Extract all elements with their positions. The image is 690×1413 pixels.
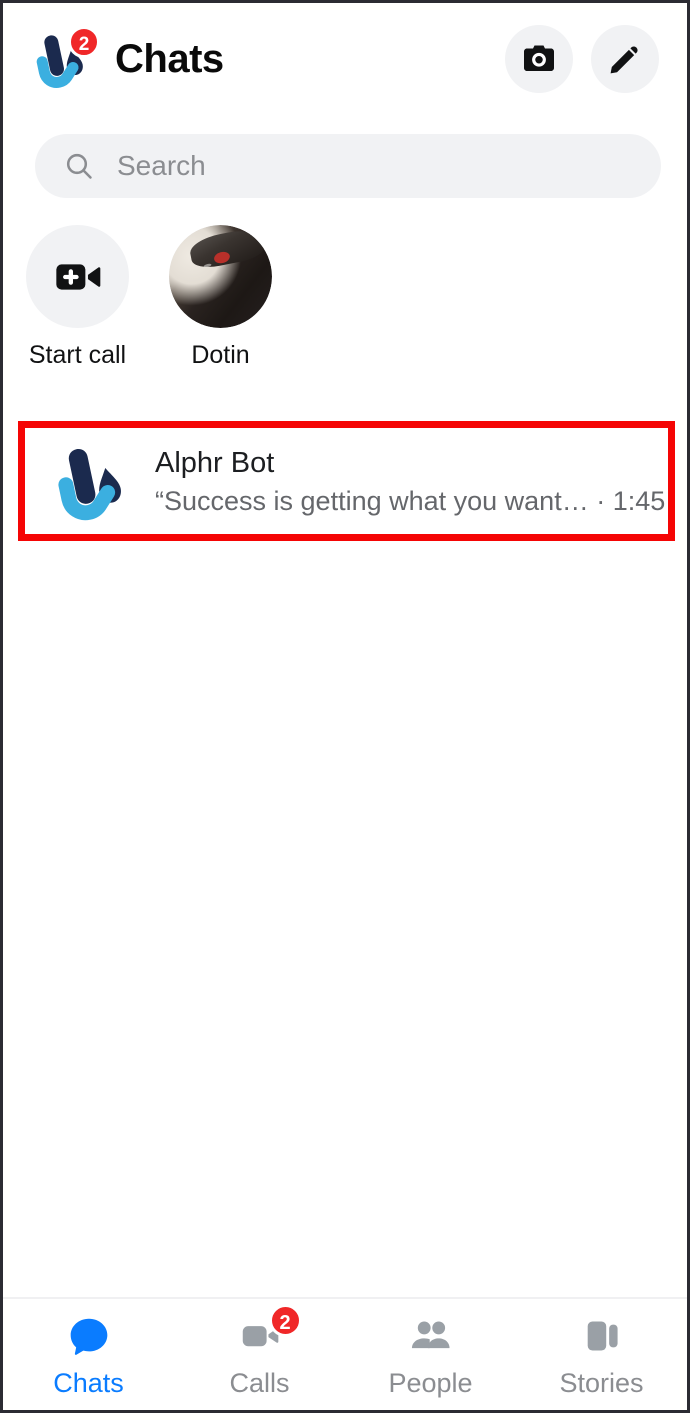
app-header: 2 Chats [3, 3, 687, 115]
search-input[interactable]: Search [35, 134, 661, 198]
highlight-annotation-box: Alphr Bot “Success is getting what you w… [18, 421, 675, 541]
nav-tab-stories[interactable]: Stories [516, 1313, 687, 1399]
nav-chats-icon-wrap [67, 1313, 111, 1359]
chat-preview-text: “Success is getting what you want… [155, 486, 589, 517]
nav-chats-label: Chats [53, 1368, 124, 1398]
user-avatar-photo [169, 225, 272, 328]
two-people-icon [411, 1321, 450, 1349]
chat-list-item-alphr-bot[interactable]: Alphr Bot “Success is getting what you w… [25, 428, 668, 534]
messenger-app-screen: 2 Chats Search Start call Dotin Alphr Bo… [0, 0, 690, 1413]
nav-calls-icon-wrap: 2 [238, 1304, 302, 1359]
start-call-circle [26, 225, 129, 328]
page-title: Chats [115, 36, 224, 81]
nav-stories-label: Stories [559, 1368, 644, 1398]
dotin-avatar [169, 225, 272, 328]
nav-stories-icon-wrap [580, 1313, 624, 1359]
nav-calls-label: Calls [229, 1368, 290, 1398]
camera-button[interactable] [505, 25, 573, 93]
dotin-label: Dotin [191, 341, 250, 369]
compose-button[interactable] [591, 25, 659, 93]
search-icon [66, 153, 92, 179]
start-call-button[interactable]: Start call [25, 225, 130, 369]
profile-unread-badge: 2 [68, 26, 100, 58]
pencil-compose-icon [610, 46, 638, 74]
camera-icon [524, 45, 554, 71]
chat-name: Alphr Bot [155, 446, 275, 479]
speech-bubble-icon [70, 1318, 107, 1355]
quick-actions-row: Start call Dotin [25, 225, 665, 369]
nav-calls-badge: 2 [268, 1304, 302, 1337]
bottom-navigation-bar: Chats 2 Calls People Stories [3, 1297, 687, 1410]
search-placeholder: Search [117, 150, 206, 181]
profile-avatar-button[interactable]: 2 [29, 26, 100, 90]
chat-preview-line: “Success is getting what you want… · 1:4… [155, 486, 668, 517]
nav-tab-people[interactable]: People [345, 1313, 516, 1399]
alphr-logo-icon [58, 449, 121, 521]
contact-dotin[interactable]: Dotin [168, 225, 273, 369]
start-call-label: Start call [28, 341, 127, 369]
nav-people-icon-wrap [409, 1313, 453, 1359]
nav-tab-chats[interactable]: Chats [3, 1313, 174, 1399]
chat-timestamp: 1:45 pm [612, 486, 668, 517]
nav-tab-calls[interactable]: 2 Calls [174, 1304, 345, 1399]
chat-text-block: Alphr Bot “Success is getting what you w… [155, 445, 668, 517]
chat-avatar [47, 438, 133, 524]
nav-people-label: People [388, 1368, 473, 1398]
video-camera-plus-icon [55, 263, 100, 290]
chat-preview-separator: · [596, 486, 606, 517]
stories-cards-icon [587, 1321, 618, 1351]
